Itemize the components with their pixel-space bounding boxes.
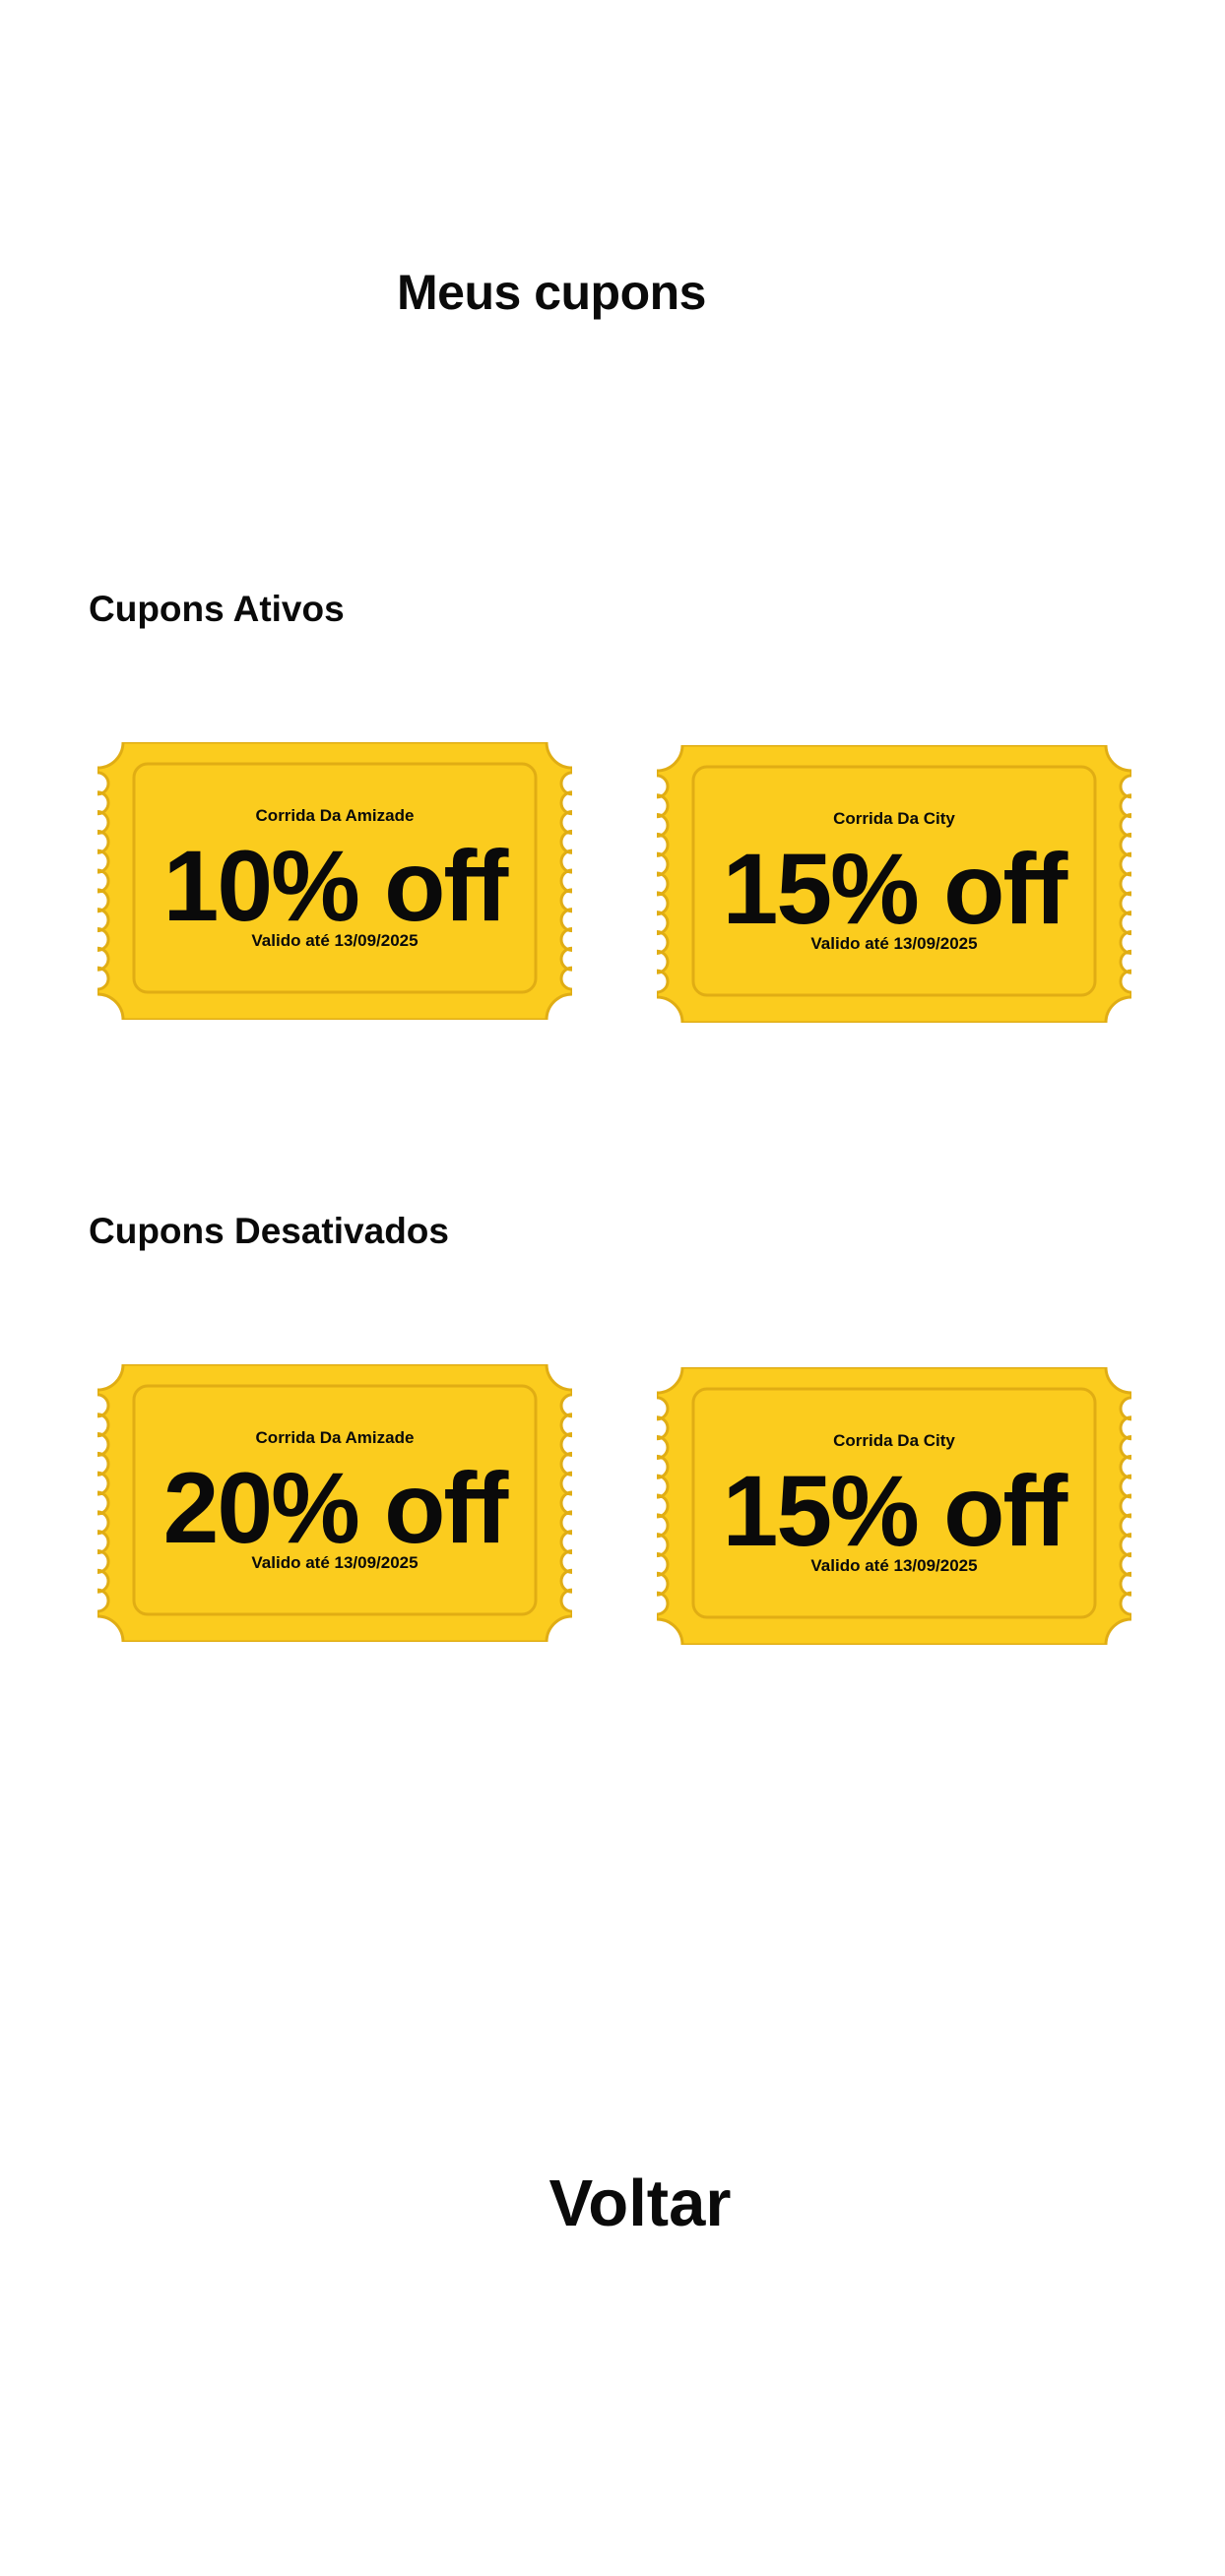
coupon-validity: Valido até 13/09/2025 (251, 1553, 419, 1572)
section-title-inactive: Cupons Desativados (89, 1211, 449, 1251)
section-title-active: Cupons Ativos (89, 589, 345, 629)
coupon-event-name: Corrida Da Amizade (255, 806, 415, 825)
coupon-card[interactable]: Corrida Da City 15% off Valido até 13/09… (657, 1367, 1131, 1645)
coupon-event-name: Corrida Da Amizade (255, 1428, 415, 1447)
coupon-discount: 20% off (162, 1452, 509, 1564)
coupon-validity: Valido até 13/09/2025 (810, 934, 978, 953)
coupon-card[interactable]: Corrida Da Amizade 20% off Valido até 13… (97, 1364, 572, 1642)
coupon-event-name: Corrida Da City (833, 1431, 955, 1450)
coupon-discount: 15% off (722, 1455, 1068, 1567)
coupon-discount: 15% off (722, 833, 1068, 945)
back-button[interactable]: Voltar (0, 2166, 1225, 2241)
coupon-validity: Valido até 13/09/2025 (810, 1556, 978, 1575)
coupon-card[interactable]: Corrida Da Amizade 10% off Valido até 13… (97, 742, 572, 1020)
coupon-discount: 10% off (162, 830, 509, 942)
coupon-validity: Valido até 13/09/2025 (251, 931, 419, 950)
coupon-event-name: Corrida Da City (833, 809, 955, 828)
page-title: Meus cupons (397, 265, 706, 320)
coupon-card[interactable]: Corrida Da City 15% off Valido até 13/09… (657, 745, 1131, 1023)
